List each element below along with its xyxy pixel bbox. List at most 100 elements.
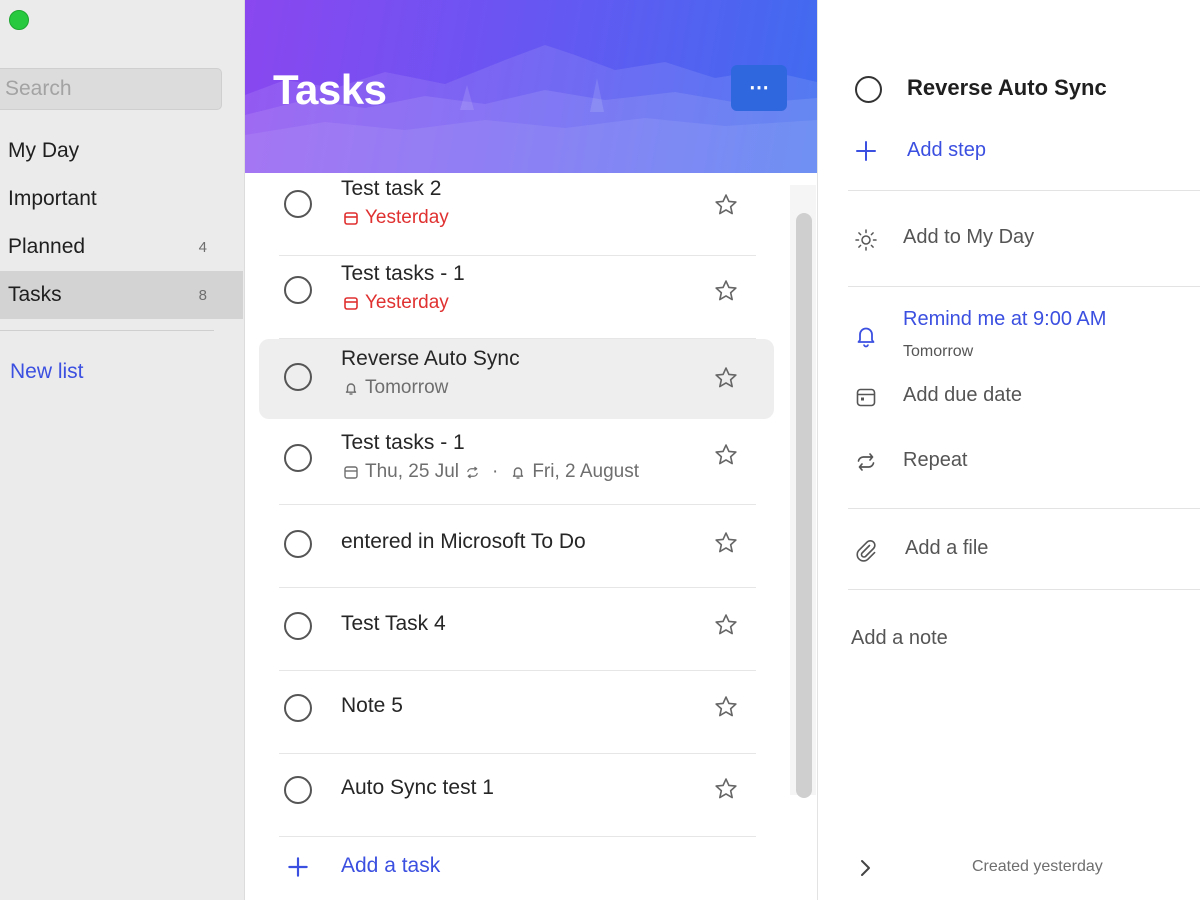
task-row-background bbox=[259, 173, 774, 253]
add-task-button[interactable]: Add a task bbox=[245, 840, 790, 894]
task-complete-checkbox[interactable] bbox=[284, 444, 312, 472]
task-complete-checkbox[interactable] bbox=[284, 363, 312, 391]
task-row[interactable]: Auto Sync test 1 bbox=[245, 754, 790, 837]
add-step-label: Add step bbox=[907, 139, 986, 161]
bell-icon bbox=[513, 467, 524, 479]
sidebar-item-important[interactable]: Important bbox=[0, 175, 243, 223]
task-row-background bbox=[259, 256, 774, 336]
task-reminder-meta: Tomorrow bbox=[343, 377, 448, 399]
sidebar-item-count: 4 bbox=[198, 238, 207, 256]
bell-icon bbox=[345, 383, 357, 395]
created-timestamp: Created yesterday bbox=[972, 858, 1103, 875]
task-row[interactable]: Test Task 4 bbox=[245, 588, 790, 671]
sidebar-item-label: My Day bbox=[8, 139, 80, 162]
star-icon[interactable] bbox=[713, 612, 739, 638]
add-to-my-day-label: Add to My Day bbox=[903, 226, 1035, 248]
sun-icon bbox=[855, 229, 877, 251]
add-task-label: Add a task bbox=[341, 854, 441, 877]
task-title: Test Task 4 bbox=[341, 612, 446, 635]
task-row[interactable]: Note 5 bbox=[245, 671, 790, 754]
scrollbar-thumb[interactable] bbox=[796, 213, 812, 798]
task-complete-checkbox[interactable] bbox=[284, 612, 312, 640]
sidebar-item-label: Important bbox=[8, 187, 97, 210]
task-title: Test tasks - 1 bbox=[341, 431, 465, 454]
task-detail-pane: Reverse Auto Sync Add step Add to My Day… bbox=[817, 0, 1200, 900]
task-due-meta: Yesterday bbox=[343, 292, 449, 314]
sidebar-item-count: 8 bbox=[198, 286, 207, 304]
star-icon[interactable] bbox=[713, 192, 739, 218]
detail-divider bbox=[848, 286, 1200, 287]
task-row[interactable]: entered in Microsoft To Do bbox=[245, 505, 790, 588]
detail-task-title[interactable]: Reverse Auto Sync bbox=[907, 75, 1107, 101]
detail-divider bbox=[848, 589, 1200, 590]
more-options-button[interactable]: ⋯ bbox=[731, 65, 787, 111]
chevron-right-icon[interactable] bbox=[856, 856, 874, 880]
task-due-label: Thu, 25 Jul bbox=[365, 461, 459, 482]
task-list: Test task 2 Yesterday Test tasks - 1 Yes… bbox=[245, 173, 790, 837]
sidebar-divider bbox=[0, 330, 214, 331]
more-icon: ⋯ bbox=[749, 77, 769, 99]
sidebar-item-label: Planned bbox=[8, 235, 86, 258]
task-complete-checkbox[interactable] bbox=[284, 776, 312, 804]
remind-me-sublabel: Tomorrow bbox=[903, 343, 974, 360]
plus-icon bbox=[288, 857, 308, 877]
new-list-button[interactable]: New list bbox=[10, 360, 84, 384]
task-row[interactable]: Test task 2 Yesterday bbox=[245, 173, 790, 256]
task-row[interactable]: Test tasks - 1 Thu, 25 Jul · Fri, 2 Augu… bbox=[245, 422, 790, 505]
task-reminder-label: Tomorrow bbox=[365, 377, 449, 398]
add-file-label: Add a file bbox=[905, 537, 989, 559]
sidebar-item-my-day[interactable]: My Day bbox=[0, 127, 243, 175]
detail-divider bbox=[848, 190, 1200, 191]
calendar-icon bbox=[344, 212, 358, 225]
add-due-date-label: Add due date bbox=[903, 384, 1022, 406]
task-title: Auto Sync test 1 bbox=[341, 776, 494, 799]
star-icon[interactable] bbox=[713, 278, 739, 304]
sidebar-item-tasks[interactable]: Tasks 8 bbox=[0, 271, 243, 319]
window-close-button[interactable] bbox=[9, 10, 29, 30]
task-row-background bbox=[259, 671, 774, 751]
task-due-label: Yesterday bbox=[365, 207, 449, 228]
task-row[interactable]: Test tasks - 1 Yesterday bbox=[245, 256, 790, 339]
task-complete-checkbox[interactable] bbox=[284, 276, 312, 304]
paperclip-icon bbox=[856, 539, 876, 562]
task-row-selected[interactable]: Reverse Auto Sync Tomorrow bbox=[245, 339, 790, 422]
task-title: Test tasks - 1 bbox=[341, 262, 465, 285]
task-row-background bbox=[259, 754, 774, 834]
task-reminder-label: Fri, 2 August bbox=[532, 461, 639, 482]
calendar-icon bbox=[344, 297, 358, 310]
star-icon[interactable] bbox=[713, 530, 739, 556]
task-complete-checkbox[interactable] bbox=[284, 530, 312, 558]
task-title: entered in Microsoft To Do bbox=[341, 530, 586, 553]
remind-me-label: Remind me at 9:00 AM bbox=[903, 308, 1107, 330]
repeat-icon bbox=[467, 466, 478, 478]
task-row-background bbox=[259, 588, 774, 668]
task-due-meta: Yesterday bbox=[343, 207, 449, 229]
repeat-label: Repeat bbox=[903, 449, 968, 471]
bell-icon bbox=[857, 327, 875, 348]
task-complete-checkbox[interactable] bbox=[284, 190, 312, 218]
detail-complete-checkbox[interactable] bbox=[855, 76, 882, 103]
plus-icon bbox=[856, 141, 876, 161]
sidebar-item-label: Tasks bbox=[8, 283, 62, 306]
task-title: Note 5 bbox=[341, 694, 403, 717]
calendar-icon bbox=[344, 466, 358, 479]
list-header: Tasks ⋯ bbox=[245, 0, 817, 173]
star-icon[interactable] bbox=[713, 694, 739, 720]
add-note-field[interactable]: Add a note bbox=[851, 627, 948, 650]
sidebar-item-planned[interactable]: Planned 4 bbox=[0, 223, 243, 271]
star-icon[interactable] bbox=[713, 442, 739, 468]
detail-divider bbox=[848, 508, 1200, 509]
task-complete-checkbox[interactable] bbox=[284, 694, 312, 722]
star-icon[interactable] bbox=[713, 776, 739, 802]
task-title: Reverse Auto Sync bbox=[341, 347, 520, 370]
task-meta-row: Thu, 25 Jul · Fri, 2 August bbox=[343, 461, 639, 483]
sidebar: My Day Important Planned 4 Tasks 8 New l… bbox=[0, 0, 245, 900]
repeat-icon bbox=[857, 453, 875, 471]
star-icon[interactable] bbox=[713, 365, 739, 391]
task-divider bbox=[279, 836, 756, 837]
meta-separator: · bbox=[492, 461, 499, 482]
calendar-icon bbox=[856, 388, 876, 407]
task-title: Test task 2 bbox=[341, 177, 442, 200]
task-list-pane: Tasks ⋯ Test task 2 Yesterday Test tasks… bbox=[245, 0, 817, 900]
search-input[interactable] bbox=[0, 68, 222, 110]
